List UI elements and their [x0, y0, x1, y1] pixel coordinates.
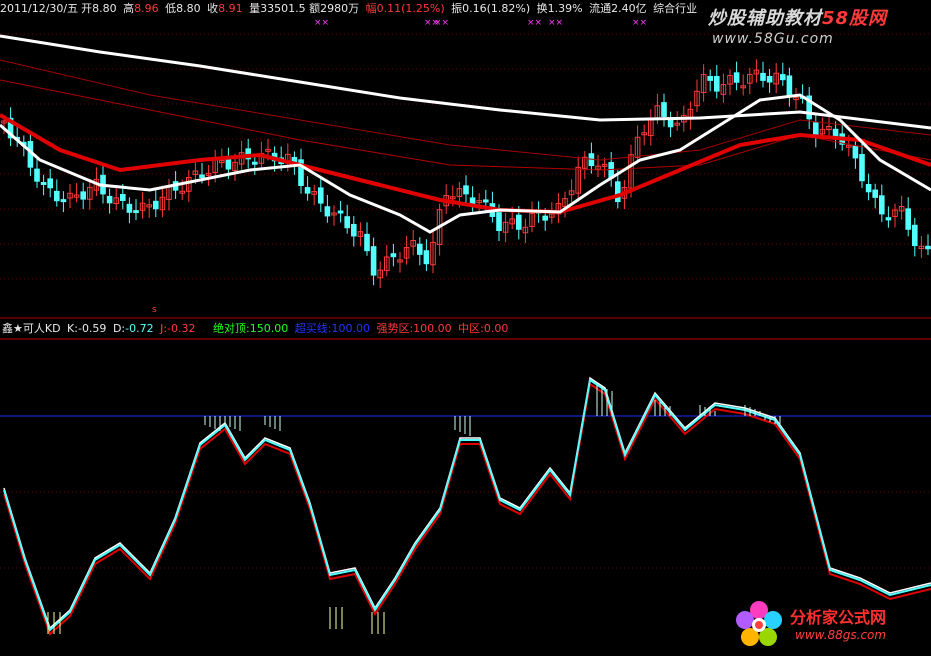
- candle-body-140: [925, 245, 931, 250]
- candle-body-133: [879, 195, 885, 215]
- watermark-58gu-brand: 58股网: [822, 8, 888, 29]
- candle-body-70: [463, 185, 469, 195]
- candle-body-49: [324, 206, 331, 217]
- candle-body-73: [483, 199, 489, 203]
- candle-body-129: [852, 145, 859, 159]
- candle-body-119: [786, 75, 793, 97]
- candle-body-18: [120, 193, 126, 201]
- candle-body-134: [885, 217, 892, 221]
- candle-body-118: [780, 74, 786, 81]
- candle-body-78: [516, 214, 522, 230]
- flower-logo-icon: [736, 601, 782, 646]
- candle-body-23: [153, 200, 159, 210]
- cross-marker-3: ××: [434, 18, 449, 28]
- candle-body-101: [667, 119, 674, 128]
- watermark-88gs-url: www.88gs.com: [795, 628, 887, 642]
- candle-body-100: [661, 102, 667, 117]
- candle-body-107: [707, 76, 714, 81]
- watermark-58gu-text: 炒股辅助教材: [708, 8, 822, 29]
- candle-body-48: [318, 187, 324, 204]
- cross-marker-4: ××: [527, 18, 542, 28]
- watermark-58gu-url: www.58Gu.com: [712, 31, 834, 47]
- candle-body-59: [390, 253, 397, 258]
- candle-body-55: [364, 233, 370, 252]
- candle-body-138: [912, 224, 918, 247]
- candle-body-75: [496, 212, 502, 232]
- candle-body-20: [133, 210, 139, 214]
- cross-marker-6: ××: [632, 18, 647, 28]
- candle-body-56: [370, 246, 377, 276]
- candle-body-46: [304, 187, 311, 194]
- candle-body-51: [337, 210, 344, 214]
- candle-body-63: [417, 243, 423, 255]
- candle-body-52: [344, 216, 350, 229]
- candle-body-82: [542, 215, 549, 221]
- candle-body-9: [60, 199, 67, 203]
- candle-body-5: [34, 168, 40, 182]
- candle-body-38: [252, 161, 258, 165]
- candle-body-7: [47, 178, 54, 189]
- candle-body-111: [733, 72, 740, 83]
- candle-body-6: [40, 182, 47, 186]
- candle-body-132: [872, 189, 879, 198]
- j-line: [3, 382, 931, 636]
- s-marker: s: [152, 305, 157, 315]
- cross-marker-1: ××: [314, 18, 329, 28]
- watermark-58gu: 炒股辅助教材58股网: [708, 4, 887, 30]
- candle-body-130: [859, 154, 865, 182]
- candle-body-8: [54, 190, 60, 202]
- moving-average-lines: [0, 34, 931, 234]
- cross-marker-5: ××: [548, 18, 563, 28]
- candle-body-116: [766, 75, 773, 83]
- candle-body-93: [615, 181, 621, 203]
- chart-canvas[interactable]: ×× ×× ×× ×× ×× ×× s: [0, 0, 931, 656]
- candle-body-108: [714, 75, 720, 92]
- candle-body-16: [106, 195, 113, 204]
- candle-body-131: [865, 184, 872, 193]
- stock-chart-window: 2011/12/30/五 开8.80 高8.96 低8.80 收8.91 量335…: [0, 0, 931, 656]
- candle-body-137: [905, 208, 912, 230]
- candle-body-30: [199, 174, 205, 178]
- candle-body-115: [760, 72, 766, 81]
- k-line: [3, 378, 931, 632]
- candle-body-12: [80, 191, 87, 200]
- candle-body-19: [126, 203, 133, 213]
- candle-body-64: [423, 250, 430, 265]
- grid-lines: [0, 33, 931, 569]
- ma-red-thin-1: [0, 59, 931, 161]
- ma-white-short: [0, 93, 931, 234]
- candle-body-53: [351, 223, 357, 237]
- watermark-88gs: 分析家公式网: [790, 608, 887, 627]
